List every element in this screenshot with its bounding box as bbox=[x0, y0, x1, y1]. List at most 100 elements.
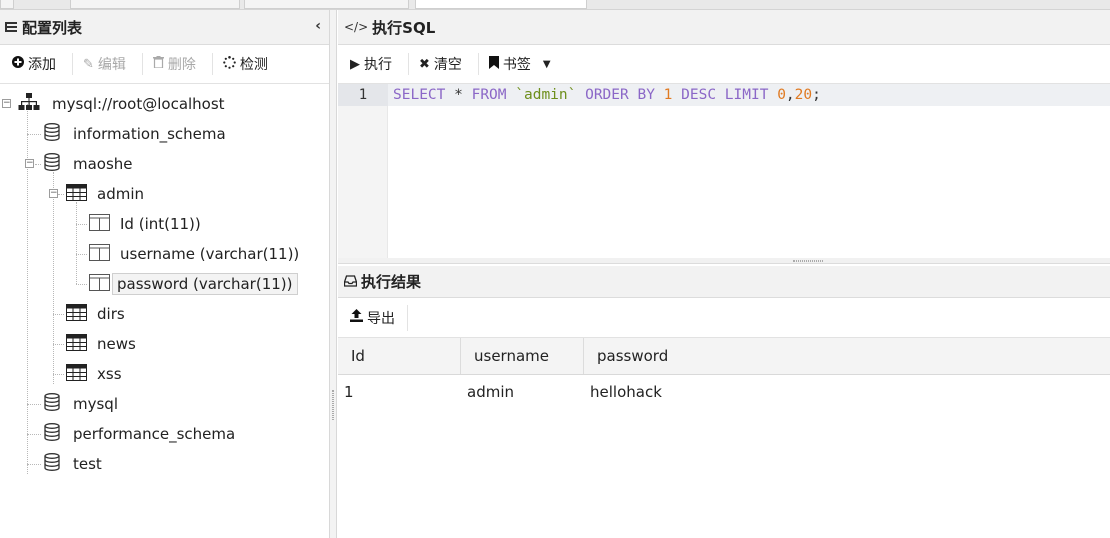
edit-icon: ✎ bbox=[83, 56, 94, 72]
tree-node-label: dirs bbox=[97, 305, 125, 323]
clear-button-label: 清空 bbox=[433, 57, 462, 73]
column-header[interactable]: username bbox=[461, 338, 584, 374]
tab-strip bbox=[0, 0, 1110, 10]
check-button[interactable]: 检测 bbox=[217, 51, 280, 77]
sql-space bbox=[655, 87, 664, 103]
tree-node-column[interactable]: username (varchar(11)) bbox=[89, 242, 303, 266]
grid-cell[interactable]: 1 bbox=[338, 375, 461, 409]
sql-toolbar: ▶ 执行 ✖ 清空 书签 ▼ bbox=[338, 45, 1110, 84]
grid-cell[interactable]: hellohack bbox=[584, 375, 1110, 409]
grid-header-row: Id username password bbox=[338, 338, 1110, 375]
code-icon: </> bbox=[344, 20, 369, 34]
tab-stub-active[interactable] bbox=[415, 0, 587, 9]
database-icon bbox=[43, 123, 61, 145]
execute-button-label: 执行 bbox=[364, 57, 392, 73]
tree-node-connection[interactable]: mysql://root@localhost bbox=[18, 92, 229, 116]
tree-node-table[interactable]: xss bbox=[66, 362, 126, 386]
database-icon bbox=[43, 423, 61, 445]
tab-stub[interactable] bbox=[0, 0, 14, 9]
tree-node-label: xss bbox=[97, 365, 122, 383]
tree-node-label: news bbox=[97, 335, 136, 353]
tree-node-database[interactable]: test bbox=[43, 452, 106, 476]
network-icon bbox=[18, 93, 40, 115]
export-button[interactable]: 导出 bbox=[344, 304, 408, 331]
vertical-splitter[interactable] bbox=[330, 10, 337, 538]
grid-cell[interactable]: admin bbox=[461, 375, 584, 409]
tree-node-label: mysql bbox=[73, 395, 118, 413]
result-toolbar: 导出 bbox=[338, 298, 1110, 338]
tree-node-label: username (varchar(11)) bbox=[120, 245, 300, 263]
sql-space bbox=[768, 87, 777, 103]
toolbar-divider bbox=[141, 53, 143, 75]
close-icon: ✖ bbox=[419, 56, 430, 72]
tree-node-label: performance_schema bbox=[73, 425, 236, 443]
add-button-label: 添加 bbox=[28, 57, 56, 73]
column-header[interactable]: password bbox=[584, 338, 1110, 374]
sql-space bbox=[507, 87, 516, 103]
list-icon bbox=[4, 20, 18, 34]
config-list-header: 配置列表 ‹ bbox=[0, 10, 329, 45]
table-icon bbox=[66, 183, 87, 205]
sql-keyword: ORDER BY bbox=[585, 87, 655, 103]
sql-panel-title: 执行SQL bbox=[372, 18, 436, 37]
edit-button[interactable]: ✎ 编辑 bbox=[77, 51, 138, 77]
edit-button-label: 编辑 bbox=[97, 57, 126, 73]
column-icon bbox=[89, 273, 110, 295]
delete-button[interactable]: 删除 bbox=[147, 51, 208, 77]
result-panel-header: 执行结果 bbox=[338, 266, 1110, 298]
tree-node-database[interactable]: mysql bbox=[43, 392, 122, 416]
tree-node-database[interactable]: performance_schema bbox=[43, 422, 239, 446]
column-header[interactable]: Id bbox=[338, 338, 461, 374]
tree-node-database[interactable]: information_schema bbox=[43, 122, 230, 146]
toolbar-divider bbox=[72, 53, 73, 75]
tab-stub[interactable] bbox=[244, 0, 409, 9]
table-icon bbox=[66, 363, 87, 385]
inbox-icon bbox=[343, 273, 358, 291]
config-list-panel: 配置列表 ‹ 添加 ✎ 编辑 删除 检测 − mysql://root@loca… bbox=[0, 10, 330, 538]
tree-node-label: information_schema bbox=[73, 125, 226, 143]
tree-node-table[interactable]: news bbox=[66, 332, 140, 356]
clear-button[interactable]: ✖ 清空 bbox=[413, 51, 474, 77]
toolbar-divider bbox=[477, 53, 479, 75]
sql-workspace: </> 执行SQL ▶ 执行 ✖ 清空 书签 ▼ 1 SELECT * FROM… bbox=[338, 10, 1110, 538]
config-list-title: 配置列表 bbox=[22, 18, 83, 37]
tree-node-label: maoshe bbox=[73, 155, 133, 173]
tree-node-table[interactable]: admin bbox=[66, 182, 148, 206]
add-button[interactable]: 添加 bbox=[6, 51, 68, 77]
upload-icon bbox=[350, 309, 363, 326]
sql-number: 20 bbox=[794, 87, 813, 103]
line-number-gutter: 1 bbox=[338, 84, 388, 260]
spinner-icon bbox=[223, 55, 236, 73]
toolbar-divider bbox=[408, 53, 409, 75]
tree-node-database[interactable]: maoshe bbox=[43, 152, 137, 176]
tree-node-table[interactable]: dirs bbox=[66, 302, 129, 326]
tree-node-label: admin bbox=[97, 185, 144, 203]
tree-node-column-selected[interactable]: password (varchar(11)) bbox=[89, 272, 298, 296]
collapse-toggle[interactable]: − bbox=[2, 99, 11, 108]
bookmark-button-label: 书签 bbox=[502, 57, 531, 73]
collapse-toggle[interactable]: − bbox=[49, 189, 58, 198]
check-button-label: 检测 bbox=[239, 57, 268, 73]
play-icon: ▶ bbox=[350, 56, 360, 72]
result-grid: Id username password 1 admin hellohack bbox=[338, 338, 1110, 409]
collapse-panel-button[interactable]: ‹ bbox=[315, 18, 321, 34]
config-toolbar: 添加 ✎ 编辑 删除 检测 bbox=[0, 45, 329, 84]
sql-editor[interactable]: 1 SELECT * FROM `admin` ORDER BY 1 DESC … bbox=[338, 84, 1110, 260]
execute-button[interactable]: ▶ 执行 bbox=[344, 51, 404, 77]
sql-code-line[interactable]: SELECT * FROM `admin` ORDER BY 1 DESC LI… bbox=[393, 84, 821, 106]
bookmark-dropdown[interactable]: 书签 ▼ bbox=[483, 51, 563, 77]
caret-down-icon: ▼ bbox=[542, 58, 551, 70]
table-icon bbox=[66, 333, 87, 355]
table-row[interactable]: 1 admin hellohack bbox=[338, 375, 1110, 409]
toolbar-divider bbox=[211, 53, 213, 75]
delete-button-label: 删除 bbox=[167, 57, 196, 73]
sql-space bbox=[576, 87, 585, 103]
sql-symbol: ; bbox=[812, 87, 821, 103]
tree-node-column[interactable]: Id (int(11)) bbox=[89, 212, 205, 236]
collapse-toggle[interactable]: − bbox=[25, 159, 34, 168]
table-icon bbox=[66, 303, 87, 325]
sql-space bbox=[672, 87, 681, 103]
horizontal-splitter[interactable] bbox=[338, 258, 1110, 264]
tab-stub[interactable] bbox=[70, 0, 240, 9]
trash-icon bbox=[152, 56, 164, 72]
